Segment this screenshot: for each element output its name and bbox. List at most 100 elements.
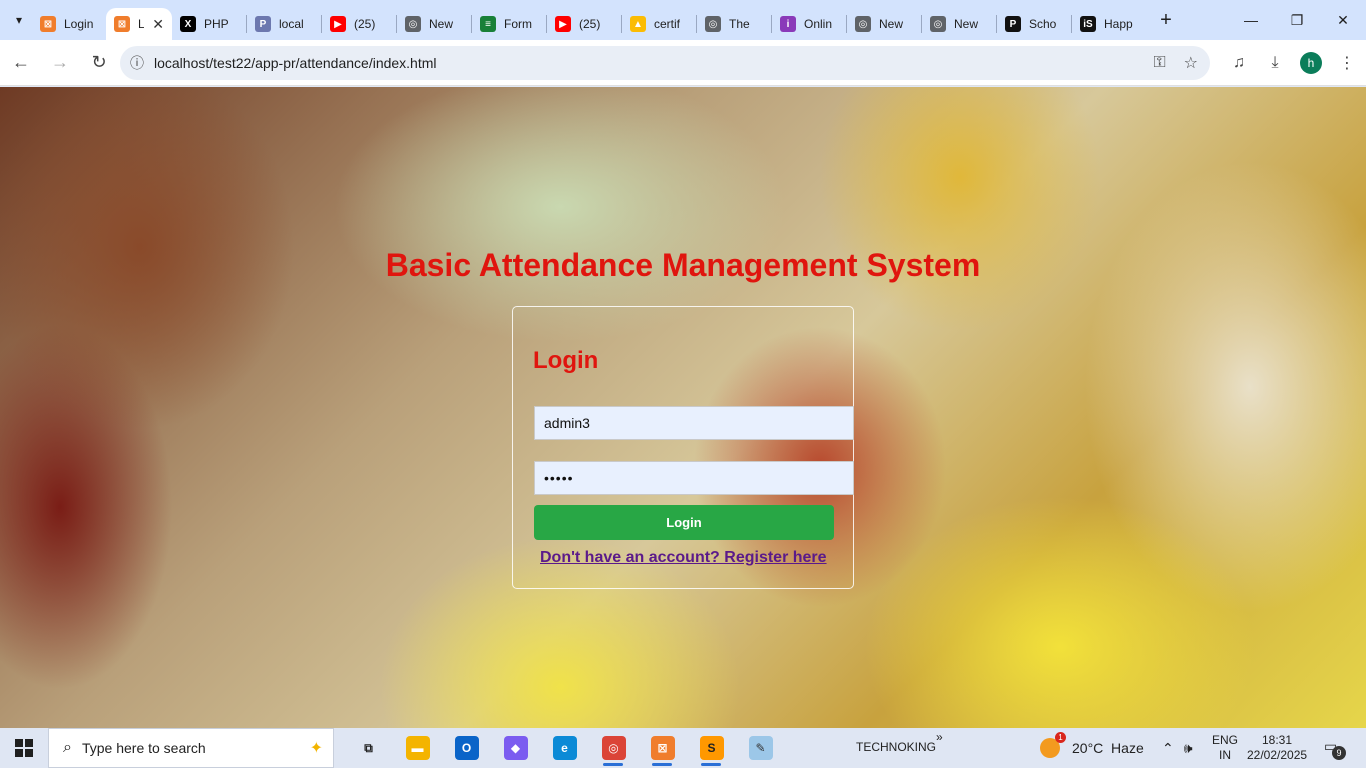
profile-avatar[interactable]: h xyxy=(1300,52,1322,74)
url-text[interactable]: localhost/test22/app-pr/attendance/index… xyxy=(154,55,437,71)
tab-title: Login xyxy=(64,17,94,31)
tab-title: PHP xyxy=(204,17,229,31)
login-button[interactable]: Login xyxy=(534,505,834,540)
system-tray: ⌃ 🕪 xyxy=(1162,728,1193,768)
globe-icon: ◎ xyxy=(930,16,946,32)
language-code: ENG xyxy=(1212,733,1239,747)
taskbar-search[interactable]: ⌕ Type here to search ✦ xyxy=(48,728,334,768)
tab-search-button[interactable]: ▾ xyxy=(6,7,32,33)
taskbar-app-paint[interactable]: ✎ xyxy=(736,728,785,768)
tab-title: Form xyxy=(504,17,532,31)
tab-9[interactable]: ◎ The xyxy=(697,8,771,40)
back-button[interactable]: ← xyxy=(3,45,39,81)
weather-widget[interactable]: 1 20°C Haze xyxy=(1040,728,1144,768)
tab-12[interactable]: ◎ New xyxy=(922,8,996,40)
globe-icon: ◎ xyxy=(855,16,871,32)
language-indicator[interactable]: ENG IN xyxy=(1212,733,1238,763)
address-bar[interactable]: ⓘ localhost/test22/app-pr/attendance/ind… xyxy=(120,46,1210,80)
close-tab-icon[interactable]: ✕ xyxy=(152,16,164,33)
outlook-icon: O xyxy=(454,736,479,760)
task-view-icon: ⧉ xyxy=(356,736,381,760)
region-code: IN xyxy=(1219,748,1231,762)
tab-title: L xyxy=(138,17,145,31)
tab-strip: ▾ ⊠ Login ⊠ L ✕ X PHP Plocal ▶ (25) ◎ New ≡ Form ▶ (25)… xyxy=(0,0,1366,40)
start-button[interactable] xyxy=(0,728,48,768)
toolbar-expand-chevron[interactable]: » xyxy=(936,730,943,744)
minimize-button[interactable]: — xyxy=(1228,0,1274,40)
maximize-button[interactable]: ❐ xyxy=(1274,0,1320,40)
tab-1[interactable]: ⊠ L ✕ xyxy=(106,8,172,40)
speaker-icon[interactable]: 🕪 xyxy=(1184,740,1193,757)
xampp-icon: ⊠ xyxy=(650,736,675,760)
key-icon[interactable]: ⚿ xyxy=(1153,54,1165,72)
taskbar-app-outlook[interactable]: O xyxy=(442,728,491,768)
tab-title: (25) xyxy=(579,17,601,31)
username-input[interactable] xyxy=(534,406,854,440)
windows-logo-icon xyxy=(15,739,33,757)
tab-title: New xyxy=(879,17,904,31)
page-title: Basic Attendance Management System xyxy=(385,247,981,283)
arrow-right-icon: → xyxy=(51,52,69,72)
browser-toolbar: ← → ↻ ⓘ localhost/test22/app-pr/attendan… xyxy=(0,40,1366,86)
xampp-icon: ⊠ xyxy=(114,16,130,32)
forward-button[interactable]: → xyxy=(42,45,78,81)
menu-kebab-icon[interactable]: ⋮ xyxy=(1336,53,1358,73)
tab-4[interactable]: ▶ (25) xyxy=(322,8,396,40)
login-heading: Login xyxy=(533,347,599,374)
taskbar-app-chrome[interactable]: ◎ xyxy=(589,728,638,768)
tab-list: ⊠ Login ⊠ L ✕ X PHP Plocal ▶ (25) ◎ New ≡ Form ▶ (25) ▲ c… xyxy=(32,0,1146,40)
taskbar-apps: ⧉ ▬ O ◆ e ◎ ⊠ S ✎ xyxy=(344,728,785,768)
reload-button[interactable]: ↻ xyxy=(81,45,117,81)
chrome-icon: ◎ xyxy=(601,736,626,760)
edge-icon: e xyxy=(552,736,577,760)
notification-center-button[interactable]: ▭ 9 xyxy=(1324,738,1346,760)
tab-6[interactable]: ≡ Form xyxy=(472,8,546,40)
download-icon[interactable]: ⤓ xyxy=(1264,54,1286,72)
tab-title: Happ xyxy=(1104,17,1133,31)
tab-10[interactable]: i Onlin xyxy=(772,8,846,40)
bookmark-star-icon[interactable]: ☆ xyxy=(1184,53,1198,73)
tab-title: The xyxy=(729,17,750,31)
site-info-icon[interactable]: ⓘ xyxy=(120,53,154,73)
search-placeholder: Type here to search xyxy=(81,740,206,756)
tab-2[interactable]: X PHP xyxy=(172,8,246,40)
sparkle-icon: ✦ xyxy=(309,740,323,757)
taskbar-app-copilot[interactable]: ◆ xyxy=(491,728,540,768)
tab-5[interactable]: ◎ New xyxy=(397,8,471,40)
weather-text: 20°C Haze xyxy=(1072,740,1144,756)
forms-icon: ≡ xyxy=(480,16,496,32)
register-link[interactable]: Don't have an account? Register here xyxy=(540,549,827,567)
pexels-icon: P xyxy=(1005,16,1021,32)
taskbar-toolbar-label[interactable]: TECHNOKING xyxy=(856,740,936,754)
tray-expand-icon[interactable]: ⌃ xyxy=(1162,740,1174,757)
taskbar-app-edge[interactable]: e xyxy=(540,728,589,768)
clock[interactable]: 18:31 22/02/2025 xyxy=(1247,733,1307,763)
new-tab-button[interactable]: + xyxy=(1152,6,1180,34)
search-icon: ⌕ xyxy=(63,739,72,756)
tab-14[interactable]: iS Happ xyxy=(1072,8,1146,40)
taskbar-app-xampp[interactable]: ⊠ xyxy=(638,728,687,768)
file-explorer-icon: ▬ xyxy=(405,736,430,760)
globe-icon: ◎ xyxy=(405,16,421,32)
tab-title: certif xyxy=(654,17,681,31)
tab-title: (25) xyxy=(354,17,376,31)
taskbar-app-task-view[interactable]: ⧉ xyxy=(344,728,393,768)
tab-11[interactable]: ◎ New xyxy=(847,8,921,40)
chevron-down-icon: ▾ xyxy=(15,13,23,27)
password-input[interactable] xyxy=(534,461,854,495)
tab-7[interactable]: ▶ (25) xyxy=(547,8,621,40)
close-window-button[interactable]: ✕ xyxy=(1320,0,1366,40)
tab-8[interactable]: ▲ certif xyxy=(622,8,696,40)
tab-3[interactable]: Plocal xyxy=(247,8,321,40)
tab-title: New xyxy=(429,17,454,31)
plus-icon: + xyxy=(1160,8,1172,31)
window-controls: — ❐ ✕ xyxy=(1228,0,1366,40)
tab-title: Onlin xyxy=(804,17,833,31)
taskbar-app-sublime[interactable]: S xyxy=(687,728,736,768)
weather-badge: 1 xyxy=(1055,732,1066,743)
xampp-icon: ⊠ xyxy=(40,16,56,32)
tab-13[interactable]: P Scho xyxy=(997,8,1071,40)
media-controls-icon[interactable]: ♫ xyxy=(1228,54,1250,72)
tab-0[interactable]: ⊠ Login xyxy=(32,8,106,40)
taskbar-app-file-explorer[interactable]: ▬ xyxy=(393,728,442,768)
